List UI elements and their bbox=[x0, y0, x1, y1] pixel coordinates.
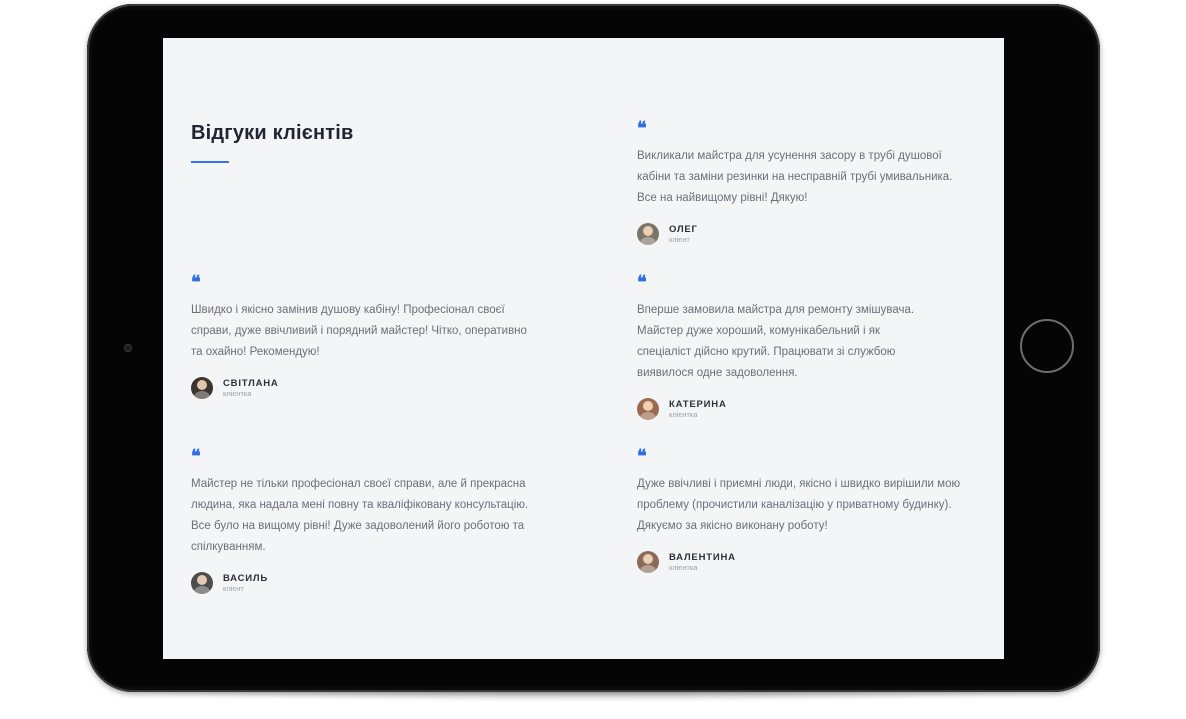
review-author: ВАЛЕНТИНА клієнтка bbox=[637, 551, 967, 573]
author-meta: ОЛЕГ клієнт bbox=[669, 224, 698, 245]
front-camera bbox=[124, 344, 132, 352]
avatar bbox=[637, 223, 659, 245]
author-name: КАТЕРИНА bbox=[669, 398, 727, 410]
section-title: Відгуки клієнтів bbox=[191, 122, 354, 144]
author-role: клієнт bbox=[223, 583, 244, 593]
review-card: ❝ Дуже ввічливі і приємні люди, якісно і… bbox=[637, 446, 967, 573]
review-text: Майстер не тільки професіонал своєї спра… bbox=[191, 478, 529, 553]
review-author: СВІТЛАНА клієнтка bbox=[191, 377, 531, 399]
review-author: ВАСИЛЬ клієнт bbox=[191, 572, 531, 594]
review-text: Дуже ввічливі і приємні люди, якісно і ш… bbox=[637, 478, 961, 532]
review-text: Викликали майстра для усунення засору в … bbox=[637, 150, 953, 204]
quote-icon: ❝ bbox=[191, 272, 201, 293]
author-name: ОЛЕГ bbox=[669, 223, 698, 235]
author-role: клієнтка bbox=[669, 409, 698, 419]
review-text: Вперше замовила майстра для ремонту зміш… bbox=[637, 304, 915, 379]
title-underline bbox=[191, 161, 229, 163]
author-role: клієнт bbox=[669, 234, 690, 244]
review-card: ❝ Майстер не тільки професіонал своєї сп… bbox=[191, 446, 531, 594]
avatar bbox=[191, 572, 213, 594]
author-meta: СВІТЛАНА клієнтка bbox=[223, 378, 279, 399]
quote-icon: ❝ bbox=[637, 272, 647, 293]
author-role: клієнтка bbox=[223, 388, 252, 398]
quote-icon: ❝ bbox=[191, 446, 201, 467]
quote-icon: ❝ bbox=[637, 118, 647, 139]
review-author: ОЛЕГ клієнт bbox=[637, 223, 967, 245]
review-text: Швидко і якісно замінив душову кабіну! П… bbox=[191, 304, 527, 358]
author-meta: ВАСИЛЬ клієнт bbox=[223, 573, 268, 594]
author-meta: ВАЛЕНТИНА клієнтка bbox=[669, 552, 736, 573]
review-card: ❝ Викликали майстра для усунення засору … bbox=[637, 118, 967, 245]
author-role: клієнтка bbox=[669, 562, 698, 572]
avatar bbox=[637, 398, 659, 420]
home-button[interactable] bbox=[1020, 319, 1074, 373]
author-name: ВАСИЛЬ bbox=[223, 572, 268, 584]
review-card: ❝ Швидко і якісно замінив душову кабіну!… bbox=[191, 272, 531, 399]
avatar bbox=[191, 377, 213, 399]
tablet-device-frame: Відгуки клієнтів ❝ Викликали майстра для… bbox=[87, 4, 1100, 692]
author-name: СВІТЛАНА bbox=[223, 377, 279, 389]
avatar bbox=[637, 551, 659, 573]
author-meta: КАТЕРИНА клієнтка bbox=[669, 399, 727, 420]
review-author: КАТЕРИНА клієнтка bbox=[637, 398, 937, 420]
tablet-screen: Відгуки клієнтів ❝ Викликали майстра для… bbox=[163, 38, 1004, 659]
review-card: ❝ Вперше замовила майстра для ремонту зм… bbox=[637, 272, 937, 420]
quote-icon: ❝ bbox=[637, 446, 647, 467]
author-name: ВАЛЕНТИНА bbox=[669, 551, 736, 563]
